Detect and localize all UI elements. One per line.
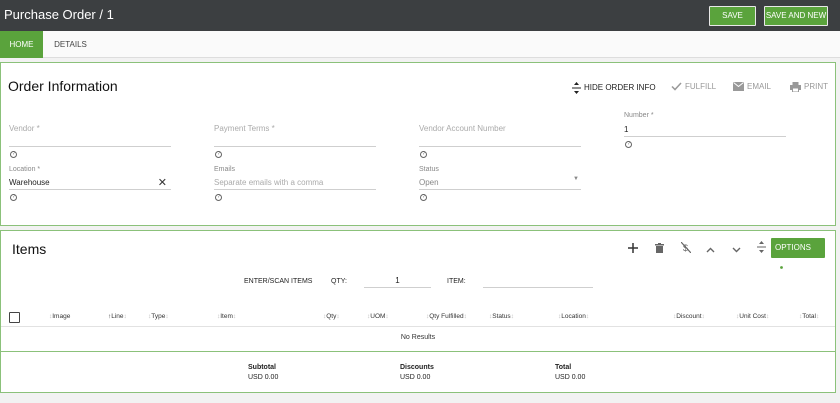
column-header-item[interactable]: ↕Item↕ (217, 313, 236, 320)
location-label: Location * (9, 166, 41, 173)
column-header-type[interactable]: ↕Type↕ (148, 313, 169, 320)
location-field[interactable]: Location * Warehouse ? ✕ (9, 166, 171, 201)
chevron-down-icon[interactable] (732, 241, 741, 256)
options-label: OPTIONS (775, 243, 812, 252)
trash-icon[interactable] (655, 241, 664, 256)
number-label: Number * (624, 112, 654, 119)
save-button[interactable]: SAVE (709, 6, 756, 26)
subtotal-block: Subtotal USD 0.00 (248, 364, 278, 381)
totals-divider (1, 351, 835, 352)
fulfill-button[interactable]: FULFILL (671, 82, 716, 91)
vendor-account-number-field[interactable]: Vendor Account Number ? (419, 122, 581, 158)
emails-input[interactable]: Separate emails with a comma (214, 177, 376, 189)
vendor-input[interactable] (9, 134, 171, 146)
column-header-image[interactable]: ↕Image (49, 313, 70, 320)
discounts-value: USD 0.00 (400, 374, 431, 381)
help-icon[interactable]: ? (10, 151, 17, 158)
empty-state: No Results (400, 334, 436, 341)
tab-bar: HOME DETAILS (0, 31, 840, 58)
items-panel: Items $ OPTIONS ENTER/SCAN ITEMS QTY: 1 … (0, 230, 836, 393)
collapse-icon[interactable] (757, 241, 766, 256)
item-label: ITEM: (447, 278, 466, 285)
qty-label: QTY: (331, 278, 347, 285)
payment-terms-input[interactable] (214, 134, 376, 146)
status-underline (419, 189, 581, 190)
email-button[interactable]: EMAIL (733, 82, 772, 92)
help-icon[interactable]: ? (215, 194, 222, 201)
items-table-header: ↕Image ↑Line↕ ↕Type↕ ↕Item↕ ↕Qty↕ ↕UOM↕ … (1, 309, 835, 327)
location-underline (9, 189, 171, 190)
chevron-down-icon[interactable]: ▼ (573, 176, 579, 182)
top-header: Purchase Order / 1 SAVE SAVE AND NEW (0, 0, 840, 31)
help-icon[interactable]: ? (625, 141, 632, 148)
tab-home[interactable]: HOME (0, 31, 43, 58)
mail-icon (733, 82, 744, 92)
number-input[interactable]: 1 (624, 124, 786, 136)
vendor-account-number-underline (419, 146, 581, 147)
status-field[interactable]: Status Open ? ▼ (419, 166, 581, 201)
status-label: Status (419, 166, 439, 173)
chevron-up-icon[interactable] (706, 241, 715, 256)
discounts-label: Discounts (400, 364, 434, 371)
collapse-icon (572, 82, 581, 94)
payment-terms-field[interactable]: Payment Terms * ? (214, 122, 376, 158)
total-value: USD 0.00 (555, 374, 586, 381)
payment-terms-label: Payment Terms * (214, 124, 275, 133)
gear-icon (776, 262, 787, 274)
vendor-account-number-label: Vendor Account Number (419, 124, 506, 133)
tab-details[interactable]: DETAILS (43, 31, 98, 58)
emails-field[interactable]: Emails Separate emails with a comma ? (214, 166, 376, 201)
order-information-panel: Order Information HIDE ORDER INFO FULFIL… (0, 62, 836, 226)
help-icon[interactable]: ? (420, 194, 427, 201)
page-title: Purchase Order / 1 (4, 7, 114, 22)
emails-label: Emails (214, 166, 236, 173)
subtotal-label: Subtotal (248, 364, 276, 371)
vendor-field[interactable]: Vendor * ? (9, 122, 171, 158)
fulfill-label: FULFILL (685, 82, 717, 91)
location-input[interactable]: Warehouse (9, 177, 171, 189)
clear-icon[interactable]: ✕ (158, 176, 167, 189)
help-icon[interactable]: ? (10, 194, 17, 201)
column-header-unit-cost[interactable]: ↕Unit Cost↕ (736, 313, 769, 320)
status-select[interactable]: Open (419, 177, 581, 189)
column-header-status[interactable]: ↕Status↕ (489, 313, 514, 320)
options-button[interactable]: OPTIONS (771, 238, 825, 274)
vendor-underline (9, 146, 171, 147)
qty-input[interactable]: 1 (364, 276, 431, 288)
column-header-qty[interactable]: ↕Qty↕ (323, 313, 340, 320)
column-header-total[interactable]: ↕Total↕ (799, 313, 819, 320)
item-input[interactable] (483, 276, 593, 288)
total-label: Total (555, 364, 572, 371)
print-button[interactable]: PRINT (790, 82, 828, 93)
vendor-account-number-input[interactable] (419, 134, 581, 146)
help-icon[interactable]: ? (215, 151, 222, 158)
number-field[interactable]: Number * 1 ? (624, 112, 786, 148)
column-header-discount[interactable]: ↕Discount↕ (673, 313, 705, 320)
help-icon[interactable]: ? (420, 151, 427, 158)
discounts-block: Discounts USD 0.00 (400, 364, 434, 381)
select-all-checkbox[interactable] (9, 312, 20, 323)
number-underline (624, 136, 786, 137)
no-money-icon[interactable]: $ (680, 241, 692, 256)
emails-underline (214, 189, 376, 190)
add-icon[interactable] (628, 241, 638, 256)
print-label: PRINT (804, 82, 828, 92)
save-and-new-button[interactable]: SAVE AND NEW (764, 6, 828, 26)
column-header-qty-fulfilled[interactable]: ↕Qty Fulfilled↕ (426, 313, 467, 320)
enter-scan-label: ENTER/SCAN ITEMS (244, 278, 313, 285)
total-block: Total USD 0.00 (555, 364, 585, 381)
payment-terms-underline (214, 146, 376, 147)
column-header-uom[interactable]: ↕UOM↕ (367, 313, 389, 320)
hide-order-info-label: HIDE ORDER INFO (584, 83, 656, 93)
items-title: Items (12, 241, 47, 257)
check-icon (671, 82, 682, 91)
printer-icon (790, 82, 801, 93)
hide-order-info-button[interactable]: HIDE ORDER INFO (572, 82, 656, 94)
order-information-title: Order Information (8, 78, 118, 94)
subtotal-value: USD 0.00 (248, 374, 279, 381)
column-header-line[interactable]: ↑Line↕ (108, 313, 127, 320)
email-label: EMAIL (747, 82, 772, 91)
vendor-label: Vendor * (9, 124, 40, 133)
column-header-location[interactable]: ↕Location↕ (558, 313, 589, 320)
